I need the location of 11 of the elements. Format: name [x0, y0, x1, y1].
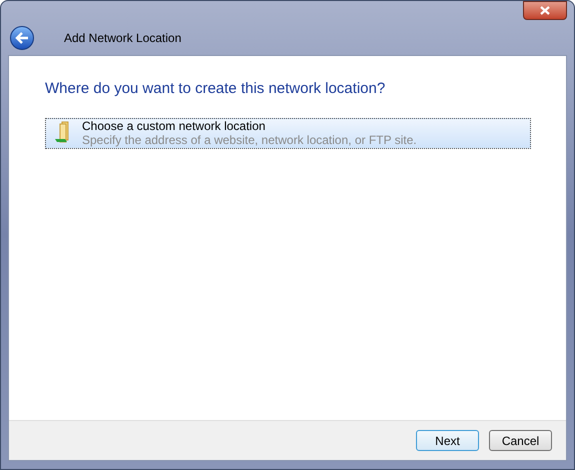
- option-title: Choose a custom network location: [82, 119, 266, 133]
- back-button[interactable]: [10, 26, 34, 50]
- dialog-button[interactable]: Next: [416, 430, 479, 451]
- dialog-button[interactable]: Cancel: [489, 430, 552, 451]
- page-heading: Where do you want to create this network location?: [45, 79, 386, 99]
- window-title: Add Network Location: [64, 30, 182, 47]
- close-button[interactable]: [523, 1, 567, 20]
- option-item[interactable]: Choose a custom network location Specify the address of a website, network location, or FTP site.: [45, 118, 531, 148]
- option-description: Specify the address of a website, network location, or FTP site.: [82, 133, 417, 147]
- back-arrow-icon: [15, 32, 29, 44]
- close-icon: [540, 6, 550, 15]
